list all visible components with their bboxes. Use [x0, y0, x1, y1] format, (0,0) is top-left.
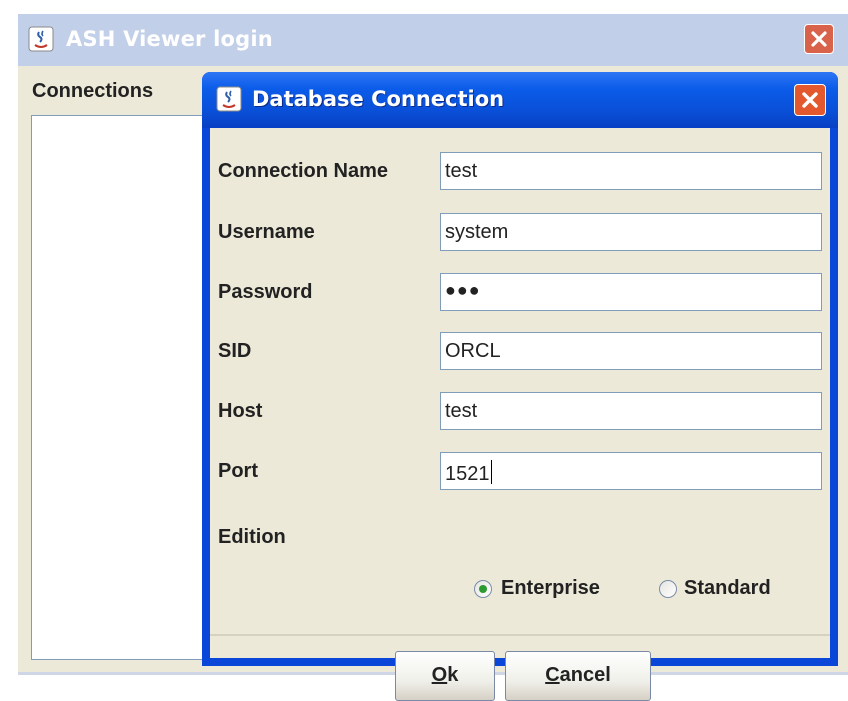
- connection-name-label: Connection Name: [218, 160, 389, 182]
- cancel-button[interactable]: Cancel: [505, 651, 651, 701]
- edition-standard-label: Standard: [684, 577, 771, 599]
- sid-value: ORCL: [445, 340, 501, 362]
- connections-label: Connections: [32, 80, 154, 102]
- username-value: system: [445, 221, 509, 243]
- radio-dot: [479, 585, 487, 593]
- host-input[interactable]: test: [440, 392, 822, 430]
- java-app-icon: [28, 26, 54, 52]
- host-label: Host: [218, 400, 263, 422]
- password-label: Password: [218, 281, 313, 303]
- connection-name-input[interactable]: test: [440, 152, 822, 190]
- port-input[interactable]: 1521: [440, 452, 822, 490]
- dialog-close-button[interactable]: [794, 84, 826, 116]
- text-caret: [490, 460, 492, 484]
- sid-label: SID: [218, 340, 252, 362]
- password-masked-value: ●●●: [445, 280, 481, 300]
- port-value: 1521: [445, 463, 490, 485]
- username-label: Username: [218, 221, 315, 243]
- java-app-icon: [216, 86, 242, 112]
- ok-label-rest: k: [447, 664, 459, 686]
- edition-label: Edition: [218, 526, 286, 548]
- cancel-mnemonic: C: [545, 664, 560, 686]
- dialog-title: Database Connection: [252, 87, 505, 111]
- connection-name-value: test: [445, 160, 478, 182]
- host-value: test: [445, 400, 478, 422]
- database-connection-dialog: Database Connection Connection Name test…: [202, 72, 838, 701]
- dialog-body: Connection Name test Username system Pas…: [210, 128, 830, 701]
- button-bar-separator: [210, 634, 830, 636]
- close-icon: [811, 31, 827, 47]
- sid-input[interactable]: ORCL: [440, 332, 822, 370]
- port-label: Port: [218, 460, 258, 482]
- outer-title-bar[interactable]: ASH Viewer login: [18, 14, 848, 66]
- edition-enterprise-label: Enterprise: [501, 577, 600, 599]
- username-input[interactable]: system: [440, 213, 822, 251]
- dialog-title-bar[interactable]: Database Connection: [202, 72, 838, 128]
- cancel-label-rest: ancel: [559, 664, 611, 686]
- connections-list[interactable]: [31, 115, 211, 660]
- radio-selected-icon: [474, 580, 492, 598]
- ok-button[interactable]: Ok: [395, 651, 495, 701]
- outer-window-title: ASH Viewer login: [66, 27, 273, 51]
- password-input[interactable]: ●●●: [440, 273, 822, 311]
- outer-close-button[interactable]: [804, 24, 834, 54]
- radio-unselected-icon: [659, 580, 677, 598]
- ok-mnemonic: O: [431, 664, 448, 686]
- close-icon: [802, 92, 818, 108]
